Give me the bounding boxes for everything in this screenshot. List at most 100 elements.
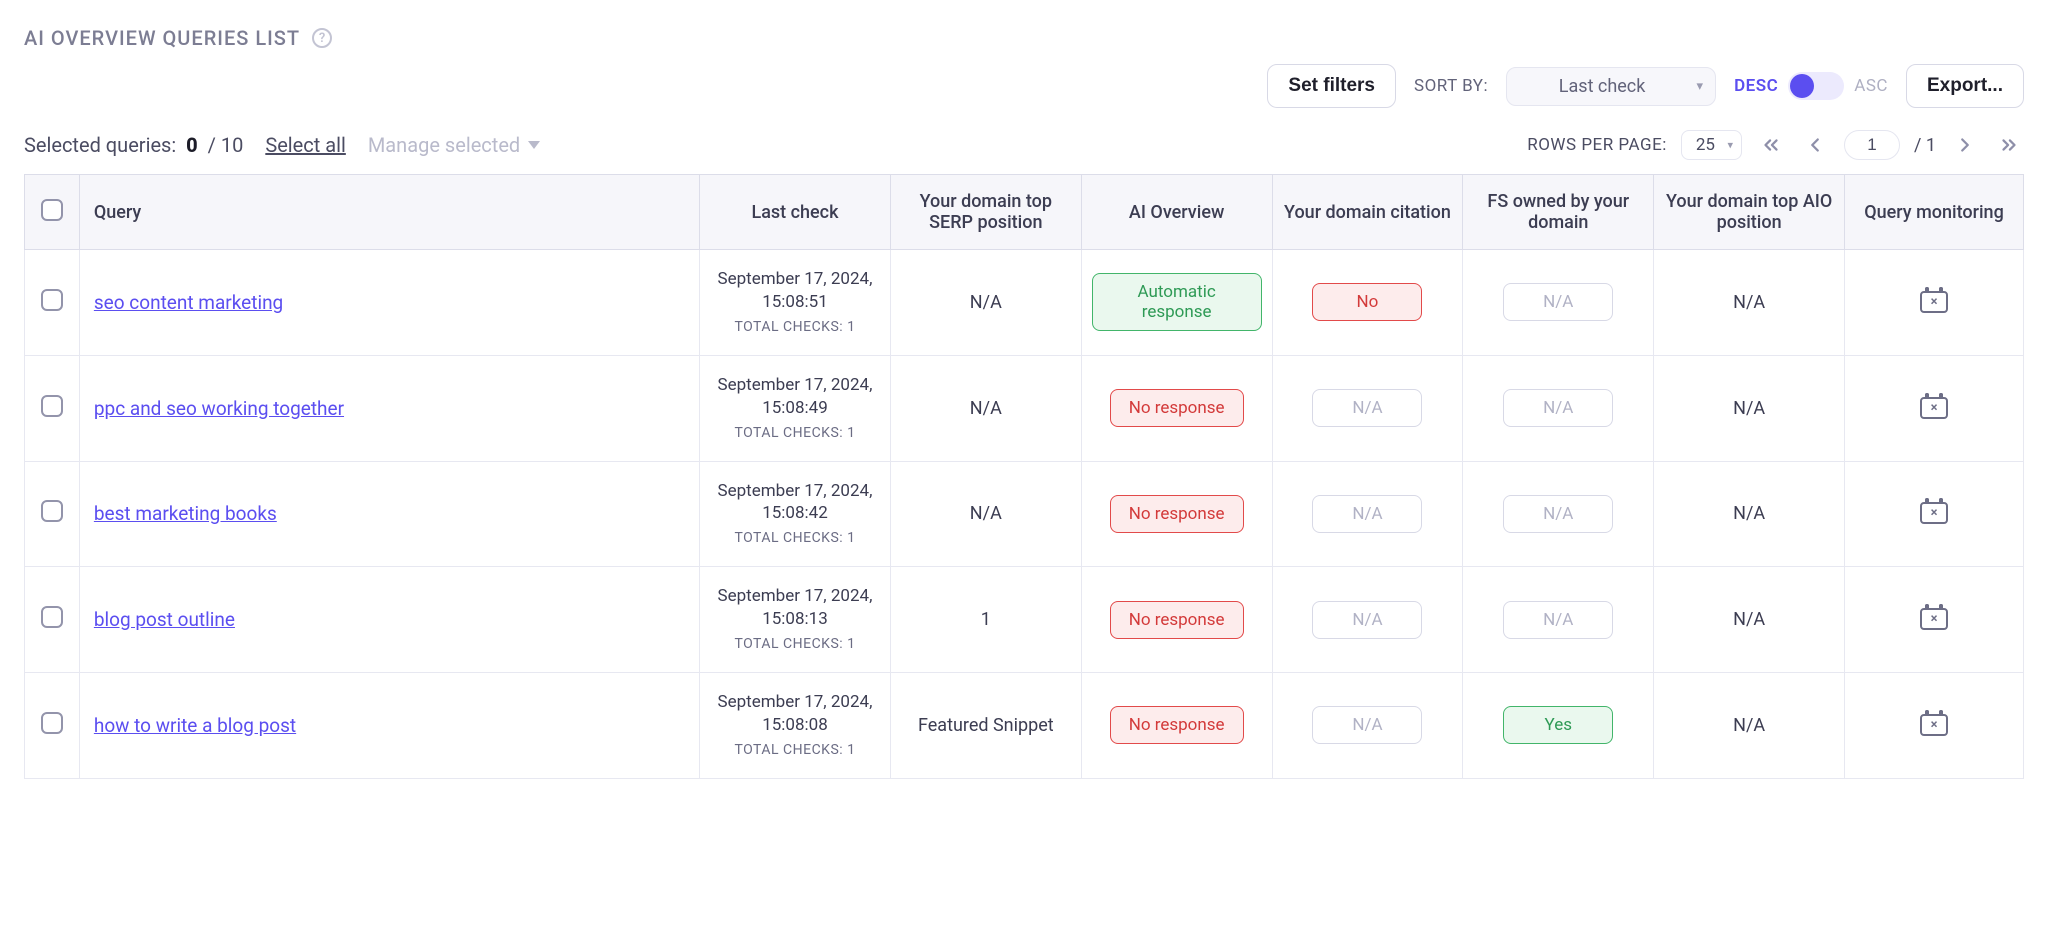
aio-position: N/A [1733, 503, 1765, 524]
sort-direction-switch[interactable] [1788, 72, 1844, 100]
fs-owned-badge: Yes [1503, 706, 1613, 744]
page-input[interactable] [1844, 130, 1900, 160]
last-check-date: September 17, 2024, 15:08:42 [718, 481, 873, 524]
calendar-cancel-icon[interactable]: × [1920, 393, 1948, 419]
queries-table: Query Last check Your domain top SERP po… [24, 174, 2024, 779]
sort-desc-label: DESC [1734, 76, 1778, 96]
last-check-cell: September 17, 2024, 15:08:13 TOTAL CHECK… [710, 585, 880, 654]
row-checkbox[interactable] [41, 289, 63, 311]
serp-position: 1 [981, 609, 991, 630]
total-checks: TOTAL CHECKS: 1 [710, 741, 880, 760]
col-ai-overview: AI Overview [1081, 175, 1272, 250]
table-row: how to write a blog post September 17, 2… [25, 673, 2024, 779]
select-all-link[interactable]: Select all [265, 133, 346, 157]
row-checkbox[interactable] [41, 500, 63, 522]
page-prev-icon[interactable] [1800, 132, 1830, 158]
toolbar: Set filters SORT BY: Last check ▾ DESC A… [24, 58, 2024, 126]
query-link[interactable]: best marketing books [94, 502, 277, 525]
query-link[interactable]: blog post outline [94, 608, 235, 631]
total-checks: TOTAL CHECKS: 1 [710, 318, 880, 337]
citation-badge: N/A [1312, 706, 1422, 744]
row-checkbox[interactable] [41, 395, 63, 417]
sort-direction-toggle: DESC ASC [1734, 72, 1888, 100]
ai-overview-badge: Automatic response [1092, 273, 1262, 331]
header-checkbox [25, 175, 80, 250]
manage-selected-label: Manage selected [368, 133, 520, 157]
page-last-icon[interactable] [1994, 132, 2024, 158]
selected-label: Selected queries: [24, 133, 176, 157]
col-monitoring: Query monitoring [1845, 175, 2024, 250]
serp-position: N/A [970, 503, 1002, 524]
rows-per-page-select[interactable]: 25 ▾ [1681, 130, 1742, 160]
aio-position: N/A [1733, 715, 1765, 736]
last-check-cell: September 17, 2024, 15:08:08 TOTAL CHECK… [710, 691, 880, 760]
table-row: blog post outline September 17, 2024, 15… [25, 567, 2024, 673]
last-check-cell: September 17, 2024, 15:08:51 TOTAL CHECK… [710, 268, 880, 337]
selected-total: 10 [221, 133, 243, 157]
calendar-cancel-icon[interactable]: × [1920, 498, 1948, 524]
citation-badge: N/A [1312, 389, 1422, 427]
col-aio-position: Your domain top AIO position [1654, 175, 1845, 250]
calendar-cancel-icon[interactable]: × [1920, 604, 1948, 630]
last-check-cell: September 17, 2024, 15:08:42 TOTAL CHECK… [710, 480, 880, 549]
aio-position: N/A [1733, 609, 1765, 630]
col-fs-owned: FS owned by your domain [1463, 175, 1654, 250]
table-row: seo content marketing September 17, 2024… [25, 250, 2024, 356]
fs-owned-badge: N/A [1503, 495, 1613, 533]
row-checkbox[interactable] [41, 712, 63, 734]
citation-badge: N/A [1312, 495, 1422, 533]
fs-owned-badge: N/A [1503, 283, 1613, 321]
page-title: AI OVERVIEW QUERIES LIST [24, 26, 300, 50]
table-row: best marketing books September 17, 2024,… [25, 461, 2024, 567]
aio-position: N/A [1733, 398, 1765, 419]
serp-position: N/A [970, 398, 1002, 419]
caret-down-icon [528, 141, 540, 149]
select-all-checkbox[interactable] [41, 199, 63, 221]
total-checks: TOTAL CHECKS: 1 [710, 529, 880, 548]
rows-per-page-value: 25 [1696, 135, 1715, 155]
rows-per-page-label: ROWS PER PAGE: [1527, 135, 1667, 155]
table-header-row: Query Last check Your domain top SERP po… [25, 175, 2024, 250]
serp-position: Featured Snippet [918, 715, 1054, 736]
table-row: ppc and seo working together September 1… [25, 355, 2024, 461]
col-citation: Your domain citation [1272, 175, 1463, 250]
ai-overview-badge: No response [1110, 706, 1244, 744]
chevron-down-icon: ▾ [1727, 139, 1733, 152]
ai-overview-badge: No response [1110, 601, 1244, 639]
ai-overview-badge: No response [1110, 495, 1244, 533]
last-check-date: September 17, 2024, 15:08:51 [718, 269, 873, 312]
chevron-down-icon: ▾ [1697, 79, 1704, 94]
citation-badge: No [1312, 283, 1422, 321]
col-query: Query [79, 175, 699, 250]
last-check-cell: September 17, 2024, 15:08:49 TOTAL CHECK… [710, 374, 880, 443]
row-checkbox[interactable] [41, 606, 63, 628]
selected-count: Selected queries: 0 / 10 [24, 133, 243, 157]
calendar-cancel-icon[interactable]: × [1920, 710, 1948, 736]
fs-owned-badge: N/A [1503, 601, 1613, 639]
total-checks: TOTAL CHECKS: 1 [710, 635, 880, 654]
citation-badge: N/A [1312, 601, 1422, 639]
selected-number: 0 [186, 133, 198, 157]
set-filters-button[interactable]: Set filters [1267, 64, 1396, 108]
calendar-cancel-icon[interactable]: × [1920, 287, 1948, 313]
page-next-icon[interactable] [1950, 132, 1980, 158]
sort-by-select[interactable]: Last check ▾ [1506, 67, 1716, 106]
col-serp-position: Your domain top SERP position [890, 175, 1081, 250]
query-link[interactable]: how to write a blog post [94, 714, 296, 737]
page-total: / 1 [1914, 135, 1936, 156]
query-link[interactable]: ppc and seo working together [94, 397, 344, 420]
query-link[interactable]: seo content marketing [94, 291, 283, 314]
subbar: Selected queries: 0 / 10 Select all Mana… [24, 126, 2024, 174]
last-check-date: September 17, 2024, 15:08:13 [718, 586, 873, 629]
export-button[interactable]: Export... [1906, 64, 2024, 108]
sort-by-label: SORT BY: [1414, 76, 1488, 96]
serp-position: N/A [970, 292, 1002, 313]
fs-owned-badge: N/A [1503, 389, 1613, 427]
manage-selected-dropdown[interactable]: Manage selected [368, 133, 540, 157]
page-first-icon[interactable] [1756, 132, 1786, 158]
sort-by-value: Last check [1559, 76, 1646, 97]
total-checks: TOTAL CHECKS: 1 [710, 424, 880, 443]
help-icon[interactable]: ? [312, 28, 332, 48]
ai-overview-badge: No response [1110, 389, 1244, 427]
last-check-date: September 17, 2024, 15:08:49 [718, 375, 873, 418]
